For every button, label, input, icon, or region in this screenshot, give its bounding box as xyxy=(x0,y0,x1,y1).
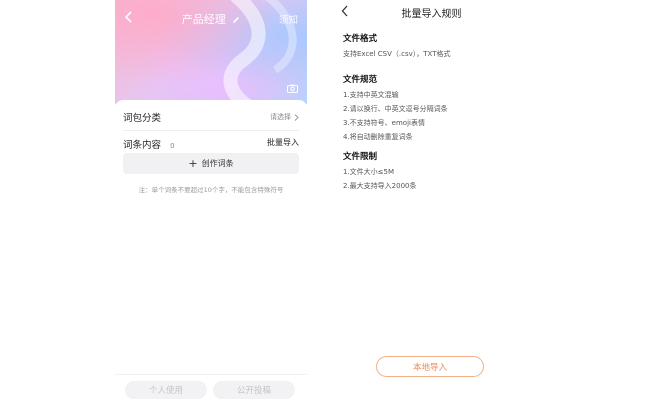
file-limit-heading: 文件限制 xyxy=(343,152,378,162)
create-word-pack-screen: 产品经理 须知 词包分类 请选择 词条内容 0 批量导入 + 创作词条 注：单个… xyxy=(115,0,307,403)
content-label-group: 词条内容 0 xyxy=(123,133,175,152)
divider xyxy=(123,130,299,131)
file-spec-line: 4.将自动删除重复词条 xyxy=(343,133,413,141)
file-format-line: 支持Excel CSV（.csv），TXT格式 xyxy=(343,50,451,58)
personal-use-button[interactable]: 个人使用 xyxy=(125,381,207,399)
create-entry-button[interactable]: + 创作词条 xyxy=(123,153,299,174)
category-label: 词包分类 xyxy=(123,113,162,124)
batch-import-rules-screen: 批量导入规则 文件格式 支持Excel CSV（.csv），TXT格式 文件规范… xyxy=(334,0,529,403)
file-limit-line: 2.最大支持导入2000条 xyxy=(343,182,417,190)
public-submit-button[interactable]: 公开投稿 xyxy=(213,381,295,399)
camera-icon[interactable] xyxy=(287,84,298,93)
form-card: 词包分类 请选择 词条内容 0 批量导入 + 创作词条 注：单个词条不要超过10… xyxy=(115,100,307,403)
content-row: 词条内容 0 批量导入 xyxy=(123,132,299,152)
file-spec-line: 3.不支持符号、emoji表情 xyxy=(343,119,425,127)
batch-import-link[interactable]: 批量导入 xyxy=(267,137,299,148)
create-entry-label: 创作词条 xyxy=(201,159,234,168)
chevron-right-icon xyxy=(294,113,299,121)
local-import-button[interactable]: 本地导入 xyxy=(376,356,484,377)
file-spec-line: 2.请以换行、中英文逗号分隔词条 xyxy=(343,105,448,113)
file-spec-heading: 文件规范 xyxy=(343,75,378,85)
file-spec-line: 1.支持中英文混输 xyxy=(343,91,399,99)
content-label: 词条内容 xyxy=(123,139,162,151)
category-picker[interactable]: 请选择 xyxy=(270,112,299,122)
file-limit-section: 文件限制 1.文件大小≤5M 2.最大支持导入2000条 xyxy=(343,150,520,195)
file-spec-section: 文件规范 1.支持中英文混输 2.请以换行、中英文逗号分隔词条 3.不支持符号、… xyxy=(343,73,520,146)
page-title: 批量导入规则 xyxy=(401,9,462,20)
plus-icon: + xyxy=(188,157,198,170)
file-limit-line: 1.文件大小≤5M xyxy=(343,168,395,176)
edit-icon[interactable] xyxy=(232,16,240,24)
entry-hint: 注：单个词条不要超过10个字，不能包含特殊符号 xyxy=(138,186,284,194)
header-banner: 产品经理 须知 xyxy=(115,0,307,104)
file-format-heading: 文件格式 xyxy=(343,34,378,44)
canvas: 产品经理 须知 词包分类 请选择 词条内容 0 批量导入 + 创作词条 注：单个… xyxy=(0,0,650,403)
entry-count: 0 xyxy=(170,141,175,150)
bottom-action-bar: 个人使用 公开投稿 xyxy=(115,374,307,403)
category-choose-text: 请选择 xyxy=(270,113,291,121)
notice-link[interactable]: 须知 xyxy=(279,12,298,26)
category-row[interactable]: 词包分类 请选择 xyxy=(123,107,299,127)
page-title-text: 产品经理 xyxy=(181,13,226,26)
file-format-section: 文件格式 支持Excel CSV（.csv），TXT格式 xyxy=(343,32,520,63)
